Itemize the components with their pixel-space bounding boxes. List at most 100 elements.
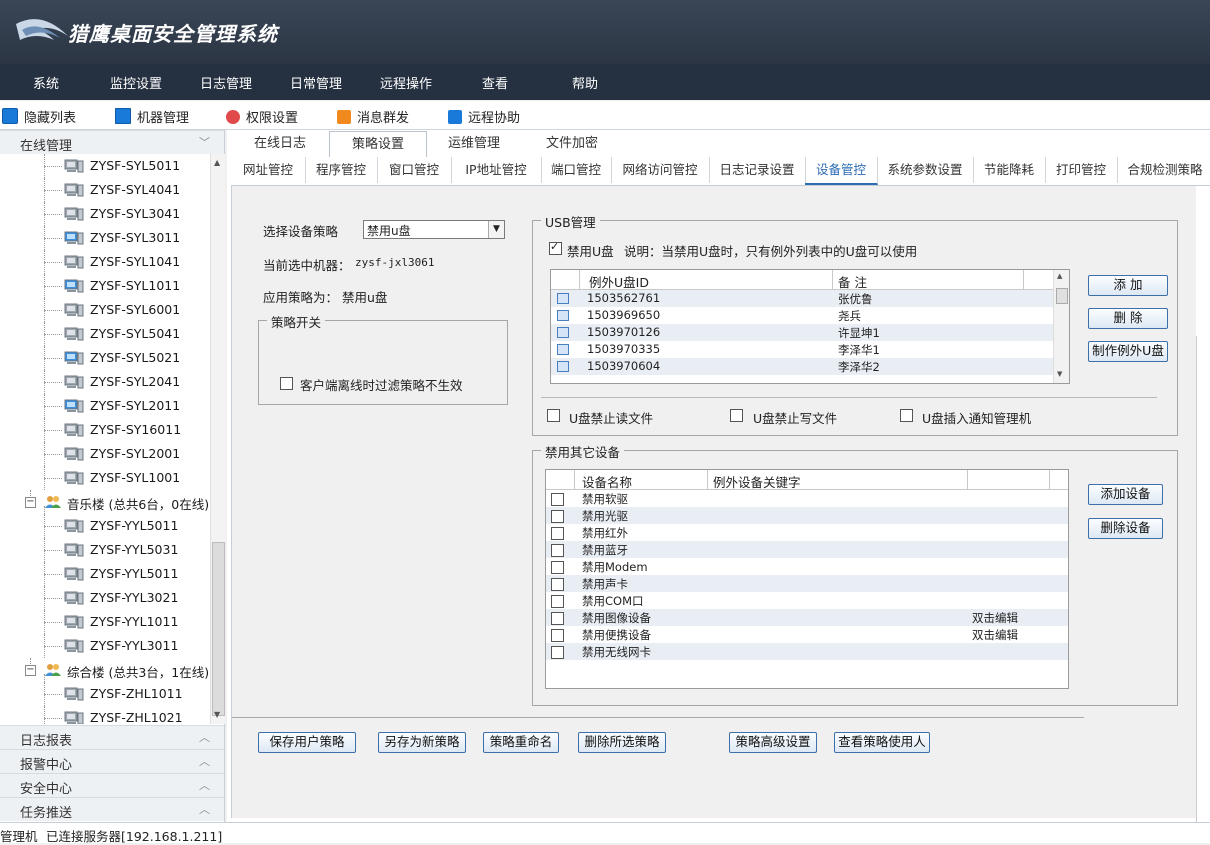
section-task-push[interactable]: 任务推送 ︿ [0, 797, 224, 821]
tree-machine-node[interactable]: ZYSF-SYL2011 [0, 394, 210, 418]
usb-table-row[interactable]: 1503970604 李泽华2 [551, 358, 1069, 375]
device-checkbox[interactable] [551, 595, 564, 608]
tree-group-node[interactable]: − 音乐楼 (总共6台，0在线) [0, 490, 210, 514]
tree-machine-node[interactable]: ZYSF-SYL2041 [0, 370, 210, 394]
subtab-10[interactable]: 打印管控 [1045, 157, 1118, 183]
tree-group-node[interactable]: − 综合楼 (总共3台，1在线) [0, 658, 210, 682]
device-table-row[interactable]: 禁用软驱 [546, 490, 1068, 507]
tree-machine-node[interactable]: ZYSF-SYL5041 [0, 322, 210, 346]
save-as-new-policy-button[interactable]: 另存为新策略 [378, 732, 466, 753]
delete-device-button[interactable]: 删除设备 [1088, 518, 1163, 539]
device-checkbox[interactable] [551, 544, 564, 557]
tree-machine-node[interactable]: ZYSF-ZHL1011 [0, 682, 210, 706]
subtab-6[interactable]: 日志记录设置 [709, 157, 806, 183]
tab-policy-settings[interactable]: 策略设置 [329, 131, 427, 158]
device-edit-hint-cell[interactable]: 双击编辑 [972, 627, 1018, 643]
device-table-row[interactable]: 禁用Modem [546, 558, 1068, 575]
usb-table-scrollbar[interactable]: ▲ ▼ [1053, 270, 1069, 383]
scroll-down-icon[interactable]: ▼ [214, 710, 220, 719]
usb-exception-table[interactable]: 例外U盘ID 备 注 1503562761 张优鲁 1503969650 尧兵 1503… [550, 269, 1070, 384]
subtab-2[interactable]: 窗口管控 [377, 157, 452, 183]
scroll-down-icon[interactable]: ▼ [1057, 370, 1062, 378]
usb-table-row[interactable]: 1503970126 许显坤1 [551, 324, 1069, 341]
device-table-row[interactable]: 禁用光驱 [546, 507, 1068, 524]
device-table[interactable]: 设备名称 例外设备关键字 禁用软驱 禁用光驱 禁用红外 禁用蓝牙 禁用Modem 禁用声卡… [545, 469, 1069, 689]
section-security-center[interactable]: 安全中心 ︿ [0, 773, 224, 797]
usb-block-read-checkbox[interactable] [547, 409, 560, 422]
menu-system[interactable]: 系统 [33, 73, 59, 92]
device-table-row[interactable]: 禁用蓝牙 [546, 541, 1068, 558]
subtab-8[interactable]: 系统参数设置 [877, 157, 974, 183]
usb-table-row[interactable]: 1503970335 李泽华1 [551, 341, 1069, 358]
tree-machine-node[interactable]: ZYSF-SYL3011 [0, 226, 210, 250]
tree-machine-node[interactable]: ZYSF-YYL5011 [0, 562, 210, 586]
tree-machine-node[interactable]: ZYSF-SYL2001 [0, 442, 210, 466]
tree-machine-node[interactable]: ZYSF-SYL6001 [0, 298, 210, 322]
tree-machine-node[interactable]: ZYSF-YYL5011 [0, 514, 210, 538]
collapse-toggle-icon[interactable]: − [25, 665, 36, 676]
usb-delete-button[interactable]: 删 除 [1088, 308, 1168, 329]
subtab-3[interactable]: IP地址管控 [451, 157, 542, 183]
device-checkbox[interactable] [551, 578, 564, 591]
policy-select[interactable]: 禁用u盘 ▼ [363, 220, 505, 239]
tree-machine-node[interactable]: ZYSF-SYL1011 [0, 274, 210, 298]
tree-scrollbar[interactable]: ▲ ▼ [210, 154, 225, 724]
subtab-7[interactable]: 设备管控 [805, 157, 878, 185]
tree-machine-node[interactable]: ZYSF-ZHL1021 [0, 706, 210, 724]
usb-scroll-thumb[interactable] [1056, 288, 1068, 304]
tree-machine-node[interactable]: ZYSF-SYL1041 [0, 250, 210, 274]
tab-online-log[interactable]: 在线日志 [235, 131, 325, 157]
toolbar-machine-management[interactable]: 机器管理 [115, 107, 189, 126]
toolbar-remote-assist[interactable]: 远程协助 [448, 107, 520, 126]
tree-machine-node[interactable]: ZYSF-YYL3021 [0, 586, 210, 610]
menu-help[interactable]: 帮助 [572, 73, 598, 92]
tab-file-encryption[interactable]: 文件加密 [527, 131, 617, 157]
device-table-row[interactable]: 禁用声卡 [546, 575, 1068, 592]
tree-machine-node[interactable]: ZYSF-SY16011 [0, 418, 210, 442]
subtab-0[interactable]: 网址管控 [231, 157, 306, 183]
tree-machine-node[interactable]: ZYSF-SYL3041 [0, 202, 210, 226]
advanced-policy-settings-button[interactable]: 策略高级设置 [729, 732, 817, 753]
device-table-row[interactable]: 禁用图像设备 双击编辑 [546, 609, 1068, 626]
device-checkbox[interactable] [551, 646, 564, 659]
usb-block-write-checkbox[interactable] [730, 409, 743, 422]
save-user-policy-button[interactable]: 保存用户策略 [258, 732, 356, 753]
tree-machine-node[interactable]: ZYSF-YYL3011 [0, 634, 210, 658]
tab-ops-management[interactable]: 运维管理 [429, 131, 519, 157]
device-table-row[interactable]: 禁用红外 [546, 524, 1068, 541]
usb-table-row[interactable]: 1503562761 张优鲁 [551, 290, 1069, 307]
device-edit-hint-cell[interactable]: 双击编辑 [972, 610, 1018, 626]
add-device-button[interactable]: 添加设备 [1088, 484, 1163, 505]
subtab-4[interactable]: 端口管控 [541, 157, 612, 183]
tree-machine-node[interactable]: ZYSF-SYL5011 [0, 154, 210, 178]
tree-machine-node[interactable]: ZYSF-SYL5021 [0, 346, 210, 370]
tree-machine-node[interactable]: ZYSF-YYL5031 [0, 538, 210, 562]
usb-notify-admin-checkbox[interactable] [900, 409, 913, 422]
device-checkbox[interactable] [551, 612, 564, 625]
device-checkbox[interactable] [551, 527, 564, 540]
toolbar-broadcast-message[interactable]: 消息群发 [337, 107, 409, 126]
subtab-11[interactable]: 合规检测策略 [1117, 157, 1210, 183]
section-alarm-center[interactable]: 报警中心 ︿ [0, 749, 224, 773]
tree-machine-node[interactable]: ZYSF-YYL1011 [0, 610, 210, 634]
scroll-up-icon[interactable]: ▲ [1057, 272, 1062, 280]
tree-machine-node[interactable]: ZYSF-SYL4041 [0, 178, 210, 202]
online-management-header[interactable]: 在线管理 ﹀ [0, 130, 224, 154]
disable-usb-checkbox[interactable] [549, 240, 562, 255]
dropdown-arrow-icon[interactable]: ▼ [488, 221, 504, 238]
offline-filter-checkbox[interactable] [280, 377, 293, 390]
device-checkbox[interactable] [551, 493, 564, 506]
menu-remote-operation[interactable]: 远程操作 [380, 73, 432, 92]
delete-selected-policy-button[interactable]: 删除所选策略 [578, 732, 666, 753]
scroll-up-icon[interactable]: ▲ [214, 158, 220, 167]
section-log-reports[interactable]: 日志报表 ︿ [0, 725, 224, 749]
make-exception-usb-button[interactable]: 制作例外U盘 [1088, 341, 1168, 362]
subtab-1[interactable]: 程序管控 [305, 157, 378, 183]
collapse-toggle-icon[interactable]: − [25, 497, 36, 508]
device-checkbox[interactable] [551, 510, 564, 523]
usb-table-row[interactable]: 1503969650 尧兵 [551, 307, 1069, 324]
view-policy-users-button[interactable]: 查看策略使用人 [834, 732, 930, 753]
rename-policy-button[interactable]: 策略重命名 [483, 732, 559, 753]
subtab-5[interactable]: 网络访问管控 [611, 157, 710, 183]
menu-log-management[interactable]: 日志管理 [200, 73, 252, 92]
